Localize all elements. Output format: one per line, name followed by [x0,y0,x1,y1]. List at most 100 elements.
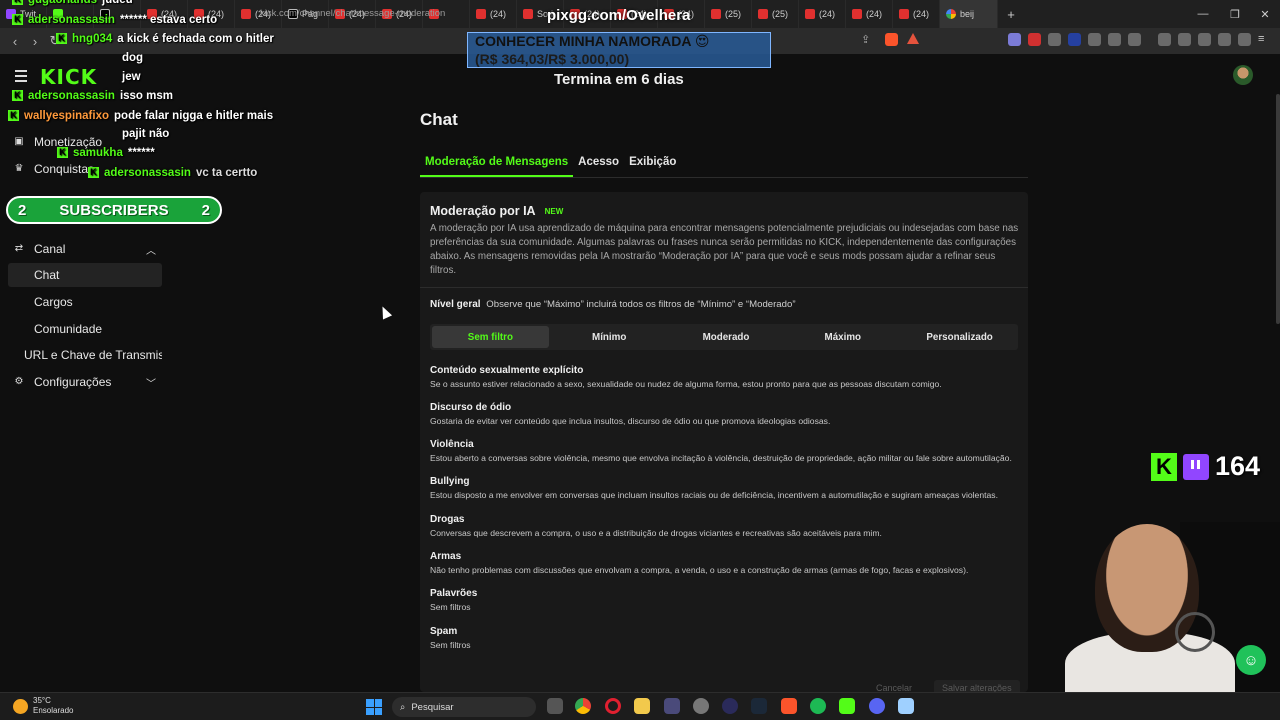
overlay-chat-message: Kadersonassasin ****** estava certo [12,14,217,26]
vpn-icon[interactable] [1238,33,1251,46]
tab-acesso[interactable]: Acesso [573,151,624,177]
tab-label: (25) [772,9,789,19]
level-option-maximo[interactable]: Máximo [784,324,901,350]
kick-icon[interactable] [839,698,855,714]
overlay-chat-message: pajit não [122,128,169,140]
support-chat-icon[interactable]: ☺ [1236,645,1266,675]
file-explorer-icon[interactable] [634,698,650,714]
new-tab-button[interactable]: + [998,0,1024,28]
tab-exibicao[interactable]: Exibição [624,151,681,177]
sidebar-item-url-chave[interactable]: URL e Chave de Transmissão [8,343,162,367]
filter-item[interactable]: Violência Estou aberto a conversas sobre … [430,439,1012,463]
level-option-personalizado[interactable]: Personalizado [901,324,1018,350]
minimize-button[interactable]: — [1186,0,1220,28]
opera-icon[interactable] [605,698,621,714]
hamburger-menu-icon[interactable] [15,70,27,85]
sidebar-item-chat[interactable]: Chat [8,263,162,287]
app-icon[interactable] [664,698,680,714]
filter-item[interactable]: Conteúdo sexualmente explícito Se o assun… [430,365,942,389]
share-icon[interactable]: ⇪ [861,33,874,46]
filter-item[interactable]: Palavrões Sem filtros [430,588,477,612]
chat-username: samukha [73,147,123,159]
filter-description: Sem filtros [430,602,471,612]
taskbar-search[interactable]: ⌕ Pesquisar [392,697,536,717]
brave-shield-icon[interactable] [885,33,898,46]
sidebar-item-cargos[interactable]: Cargos [8,290,162,314]
search-placeholder: Pesquisar [411,701,454,713]
chat-message: isso msm [119,90,173,102]
tab-moderacao-de-mensagens[interactable]: Moderação de Mensagens [420,151,574,177]
sidebar-item-comunidade[interactable]: Comunidade [8,317,162,341]
extension-icon[interactable] [1128,33,1141,46]
url-field[interactable]: kick.com/channel/chat/message-moderation [260,4,445,22]
forward-icon[interactable]: › [25,34,45,49]
spotify-icon[interactable] [810,698,826,714]
subscribers-counter: 2 SUBSCRIBERS 2 [6,196,222,224]
extension-icon[interactable] [1008,33,1021,46]
sidebar-icon[interactable] [1178,33,1191,46]
wallet-icon[interactable] [1198,33,1211,46]
scrollbar[interactable] [1276,94,1280,324]
level-label: Nível geral [430,299,481,310]
avatar[interactable] [1233,65,1253,85]
windows-start-icon[interactable] [366,699,382,715]
extension-icon[interactable] [1088,33,1101,46]
task-view-icon[interactable] [547,698,563,714]
leo-ai-icon[interactable] [1218,33,1231,46]
kick-badge-icon: K [56,33,67,45]
browser-tab-active[interactable]: beij [940,0,998,28]
shuffle-icon: ⇄ [14,243,24,254]
chevron-up-icon: ︿ [146,245,156,257]
sidebar-item-configuracoes[interactable]: ⚙ Configurações ﹀ [8,370,162,394]
chat-message: vc ta certto [195,167,258,179]
app-icon[interactable] [722,698,738,714]
sidebar-item-label: Canal [34,242,66,256]
music-icon[interactable] [1158,33,1171,46]
overlay-chat-message: Kadersonassasin vc ta certto [88,167,257,179]
extension-icon[interactable] [1068,33,1081,46]
steam-icon[interactable] [751,698,767,714]
close-window-button[interactable]: ✕ [1248,0,1280,28]
filter-title: Drogas [430,514,465,525]
discord-icon[interactable] [869,698,885,714]
puzzle-icon[interactable] [1108,33,1121,46]
browser-tab[interactable]: (25) [705,0,752,28]
overlay-chat-message: Ksamukha ****** [57,147,155,159]
browser-tab[interactable]: (24) [846,0,893,28]
level-option-minimo[interactable]: Mínimo [551,324,668,350]
filter-title: Spam [430,626,458,637]
sidebar-item-label: Cargos [34,295,73,309]
extension-icon[interactable] [1028,33,1041,46]
back-icon[interactable]: ‹ [5,34,25,49]
chrome-icon[interactable] [575,698,591,714]
filter-item[interactable]: Armas Não tenho problemas com discussões … [430,551,968,575]
youtube-icon [805,9,815,19]
filter-item[interactable]: Drogas Conversas que descrevem a compra, … [430,514,882,538]
youtube-icon [711,9,721,19]
chat-message: jew [122,71,141,83]
filter-item[interactable]: Discurso de ódio Gostaria de evitar ver c… [430,402,830,426]
filter-title: Bullying [430,476,470,487]
notepad-icon[interactable] [898,698,914,714]
overlay-chat-message: Kadersonassasin isso msm [12,90,173,102]
browser-tab[interactable]: (24) [799,0,846,28]
extension-icon[interactable] [1048,33,1061,46]
brave-rewards-icon[interactable] [907,33,919,44]
tab-label: (24) [819,9,836,19]
kick-logo[interactable]: KICK [40,65,97,89]
maximize-button[interactable]: ❐ [1218,0,1252,28]
kick-badge-icon: K [12,14,23,26]
github-icon[interactable] [693,698,709,714]
browser-tab[interactable]: (25) [752,0,799,28]
filter-item[interactable]: Spam Sem filtros [430,626,471,650]
browser-tab[interactable]: (24) [893,0,940,28]
browser-tab[interactable]: (24) [470,0,517,28]
filter-item[interactable]: Bullying Estou disposto a me envolver em … [430,476,998,500]
weather-widget[interactable]: 35°C Ensolarado [13,696,73,716]
tab-label: (24) [913,9,930,19]
sidebar-item-canal[interactable]: ⇄ Canal ︿ [8,237,162,261]
level-option-moderado[interactable]: Moderado [668,324,785,350]
brave-icon[interactable] [781,698,797,714]
level-option-sem-filtro[interactable]: Sem filtro [432,326,549,348]
menu-icon[interactable]: ≡ [1258,33,1271,46]
